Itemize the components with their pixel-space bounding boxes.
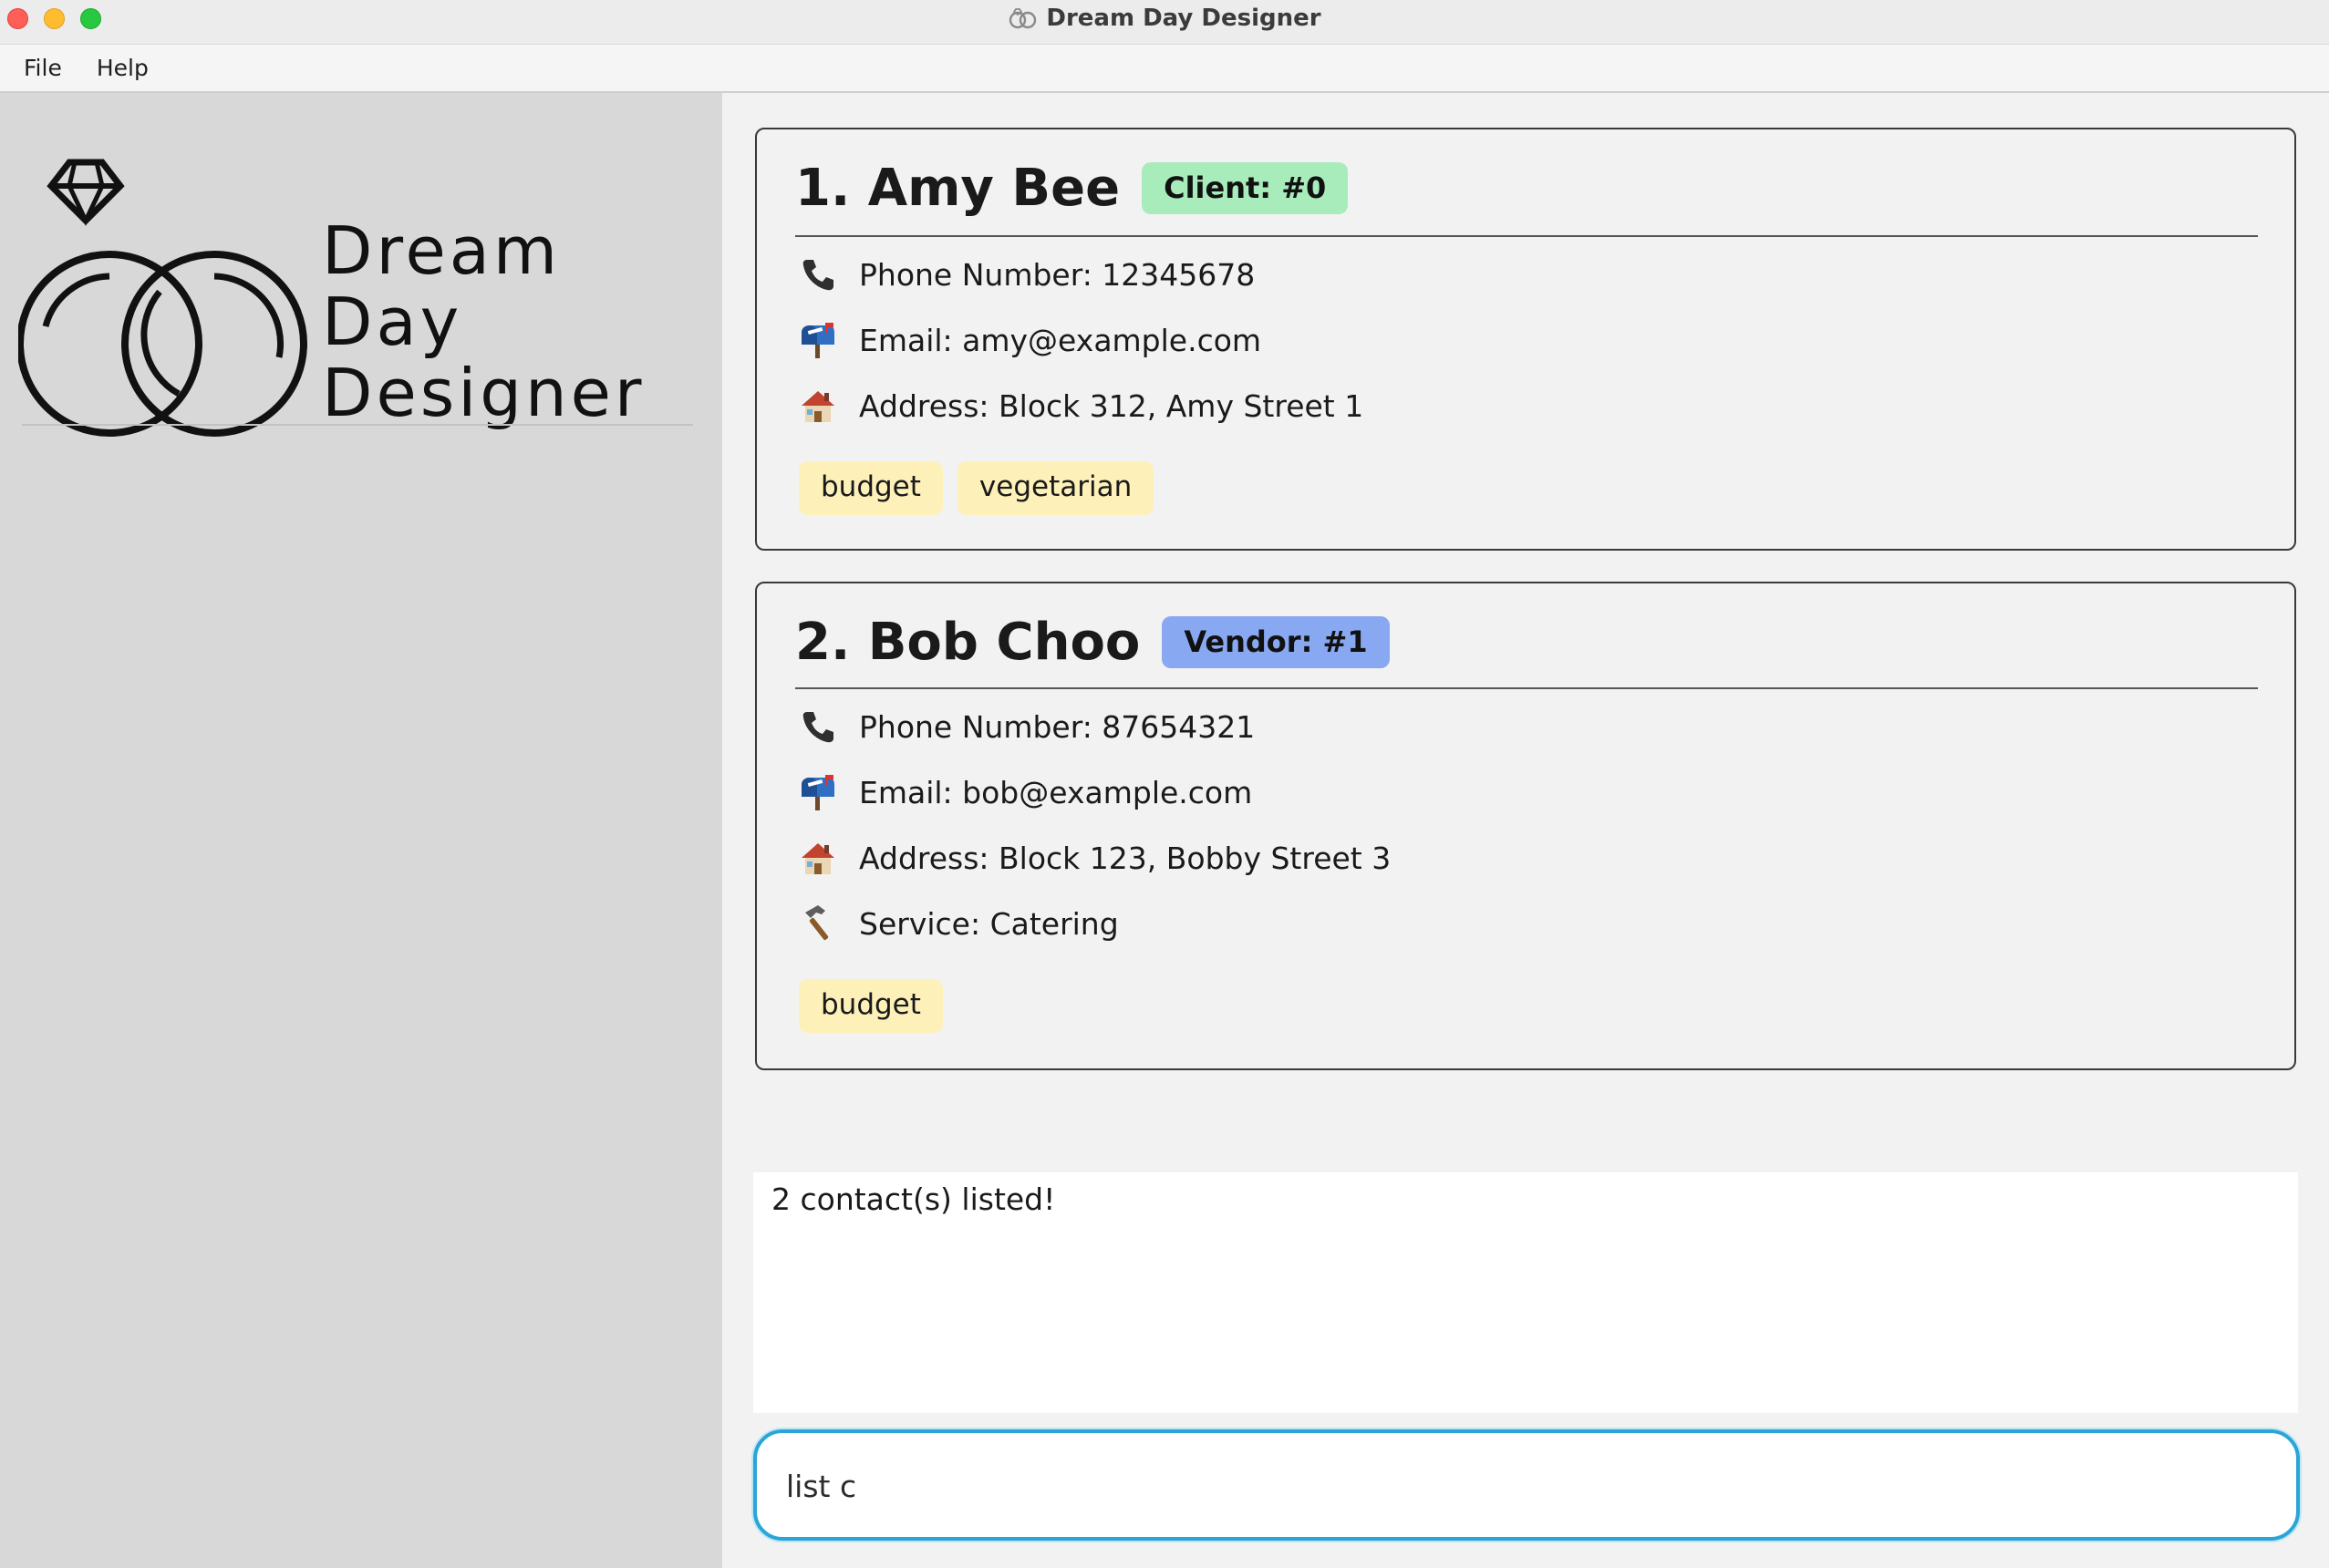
email-text: Email: amy@example.com <box>859 322 1262 358</box>
mailbox-icon <box>797 319 839 361</box>
sidebar-divider <box>22 424 693 426</box>
main-panel: 1. Amy Bee Client: #0 Phone Number: 1234… <box>722 93 2329 1568</box>
card-divider <box>795 687 2258 689</box>
rings-icon <box>18 159 307 437</box>
sidebar: Dream Day Designer <box>0 93 722 1568</box>
phone-icon <box>797 706 839 748</box>
command-input[interactable] <box>784 1466 2243 1506</box>
contact-card[interactable]: 1. Amy Bee Client: #0 Phone Number: 1234… <box>755 128 2296 551</box>
title-bar: Dream Day Designer <box>0 0 2329 45</box>
command-box[interactable] <box>753 1429 2300 1541</box>
phone-field: Phone Number: 87654321 <box>797 706 1255 748</box>
menu-file[interactable]: File <box>24 55 62 81</box>
phone-icon <box>797 253 839 295</box>
hammer-icon <box>797 903 839 944</box>
contact-card[interactable]: 2. Bob Choo Vendor: #1 Phone Number: 876… <box>755 582 2296 1070</box>
tag: budget <box>799 979 943 1033</box>
tag-list: budget vegetarian <box>799 461 1154 515</box>
email-text: Email: bob@example.com <box>859 774 1253 810</box>
address-field: Address: Block 123, Bobby Street 3 <box>797 837 1391 879</box>
phone-field: Phone Number: 12345678 <box>797 253 1255 295</box>
contact-name: 2. Bob Choo <box>795 613 1141 672</box>
address-field: Address: Block 312, Amy Street 1 <box>797 385 1363 427</box>
role-badge: Client: #0 <box>1142 162 1349 214</box>
tag-list: budget <box>799 979 943 1033</box>
window-title: Dream Day Designer <box>1046 5 1321 32</box>
logo-text-designer: Designer <box>322 355 646 431</box>
tag: budget <box>799 461 943 515</box>
contact-name: 1. Amy Bee <box>795 159 1121 218</box>
rings-icon <box>1008 7 1039 29</box>
card-divider <box>795 235 2258 237</box>
house-icon <box>797 837 839 879</box>
result-display: 2 contact(s) listed! <box>753 1172 2298 1413</box>
service-field: Service: Catering <box>797 903 1119 944</box>
phone-text: Phone Number: 87654321 <box>859 708 1256 745</box>
email-field: Email: bob@example.com <box>797 771 1252 813</box>
menu-bar: File Help <box>0 45 2329 93</box>
result-message: 2 contact(s) listed! <box>771 1181 1056 1217</box>
service-text: Service: Catering <box>859 905 1119 942</box>
address-text: Address: Block 312, Amy Street 1 <box>859 387 1364 424</box>
logo-text-dream: Dream <box>322 212 561 289</box>
email-field: Email: amy@example.com <box>797 319 1261 361</box>
app-logo: Dream Day Designer <box>18 159 646 437</box>
address-text: Address: Block 123, Bobby Street 3 <box>859 840 1392 876</box>
mailbox-icon <box>797 771 839 813</box>
menu-help[interactable]: Help <box>97 55 149 81</box>
phone-text: Phone Number: 12345678 <box>859 256 1256 293</box>
role-badge: Vendor: #1 <box>1162 616 1390 668</box>
house-icon <box>797 385 839 427</box>
logo-text-day: Day <box>322 284 462 360</box>
tag: vegetarian <box>957 461 1154 515</box>
